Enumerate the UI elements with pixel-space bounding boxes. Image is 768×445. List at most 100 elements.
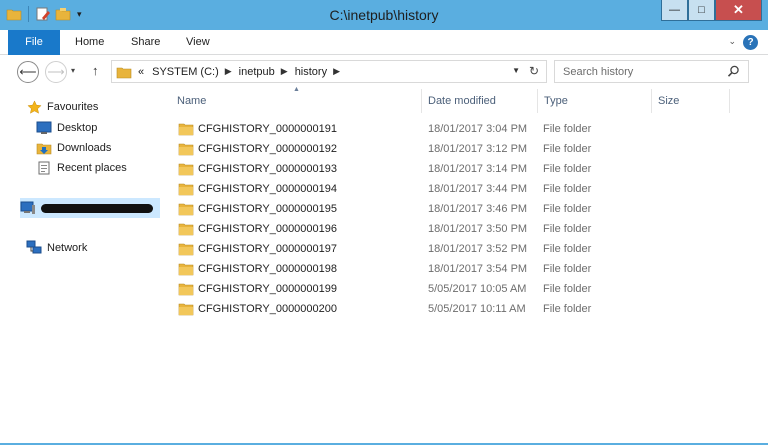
nav-this-pc[interactable] xyxy=(20,198,160,218)
recent-locations-button[interactable]: ▾ xyxy=(71,66,75,75)
file-type: File folder xyxy=(543,123,592,135)
address-history-dropdown-icon[interactable]: ▼ xyxy=(512,66,520,75)
file-list: ▲ Name Date modified Type Size CFGHISTOR… xyxy=(160,86,768,445)
file-date-modified: 18/01/2017 3:12 PM xyxy=(428,143,528,155)
chevron-right-icon[interactable]: ▶ xyxy=(333,66,340,77)
nav-favourites[interactable]: Favourites xyxy=(26,97,98,117)
file-type: File folder xyxy=(543,163,592,175)
chevron-right-icon[interactable]: ▶ xyxy=(281,66,288,77)
file-name: CFGHISTORY_0000000194 xyxy=(198,183,338,195)
file-name: CFGHISTORY_0000000192 xyxy=(198,143,338,155)
file-type: File folder xyxy=(543,243,592,255)
file-name: CFGHISTORY_0000000197 xyxy=(198,243,338,255)
tab-home[interactable]: Home xyxy=(75,30,104,55)
close-button[interactable]: ✕ xyxy=(715,0,762,21)
computer-icon xyxy=(20,200,36,216)
nav-favourites-label: Favourites xyxy=(47,101,99,113)
file-date-modified: 5/05/2017 10:05 AM xyxy=(428,283,527,295)
nav-network[interactable]: Network xyxy=(26,238,87,258)
nav-desktop-label: Desktop xyxy=(57,122,98,134)
file-date-modified: 18/01/2017 3:04 PM xyxy=(428,123,528,135)
file-type: File folder xyxy=(543,143,592,155)
tab-share[interactable]: Share xyxy=(131,30,160,55)
toolbar-divider xyxy=(28,6,29,22)
folder-icon xyxy=(178,201,194,217)
properties-icon[interactable] xyxy=(35,6,51,22)
up-button[interactable]: ↑ xyxy=(92,63,99,78)
desktop-icon xyxy=(36,120,52,136)
recent-places-icon xyxy=(36,160,52,176)
file-type: File folder xyxy=(543,183,592,195)
file-date-modified: 18/01/2017 3:46 PM xyxy=(428,203,528,215)
search-input[interactable] xyxy=(563,61,723,82)
file-type: File folder xyxy=(543,223,592,235)
file-date-modified: 18/01/2017 3:14 PM xyxy=(428,163,528,175)
network-icon xyxy=(26,240,42,256)
file-name: CFGHISTORY_0000000193 xyxy=(198,163,338,175)
table-row[interactable]: CFGHISTORY_0000000195 18/01/2017 3:46 PM… xyxy=(160,199,768,219)
file-name: CFGHISTORY_0000000195 xyxy=(198,203,338,215)
nav-recent-places[interactable]: Recent places xyxy=(36,158,127,178)
file-type: File folder xyxy=(543,263,592,275)
folder-icon xyxy=(178,281,194,297)
back-button[interactable]: ⟵ xyxy=(17,61,39,83)
column-header-date-modified[interactable]: Date modified xyxy=(422,89,538,113)
breadcrumb-system-c[interactable]: SYSTEM (C:) xyxy=(152,66,219,78)
nav-recent-places-label: Recent places xyxy=(57,162,127,174)
star-icon xyxy=(26,99,42,115)
folder-icon xyxy=(178,121,194,137)
tab-view[interactable]: View xyxy=(186,30,210,55)
title-bar: ▾ C:\inetpub\history — □ ✕ xyxy=(0,0,768,30)
search-icon[interactable] xyxy=(727,65,740,81)
chevron-right-icon[interactable]: ▶ xyxy=(225,66,232,77)
breadcrumb-inetpub[interactable]: inetpub xyxy=(239,66,275,78)
quick-access-toolbar: ▾ xyxy=(6,6,82,22)
breadcrumb-history[interactable]: history xyxy=(295,66,327,78)
folder-icon xyxy=(178,181,194,197)
nav-downloads-label: Downloads xyxy=(57,142,112,154)
column-header-type[interactable]: Type xyxy=(538,89,652,113)
ribbon-tabs: File Home Share View ⌄ ? xyxy=(0,30,768,55)
nav-downloads[interactable]: Downloads xyxy=(36,138,111,158)
file-date-modified: 18/01/2017 3:50 PM xyxy=(428,223,528,235)
help-button[interactable]: ? xyxy=(743,35,758,50)
folder-icon xyxy=(178,221,194,237)
file-name: CFGHISTORY_0000000196 xyxy=(198,223,338,235)
nav-desktop[interactable]: Desktop xyxy=(36,118,97,138)
search-box[interactable] xyxy=(554,60,749,83)
folder-icon xyxy=(178,261,194,277)
table-row[interactable]: CFGHISTORY_0000000197 18/01/2017 3:52 PM… xyxy=(160,239,768,259)
customize-toolbar-chevron-icon[interactable]: ▾ xyxy=(77,9,82,20)
column-header-size[interactable]: Size xyxy=(652,89,730,113)
column-header-name[interactable]: Name xyxy=(171,89,422,113)
table-row[interactable]: CFGHISTORY_0000000200 5/05/2017 10:11 AM… xyxy=(160,299,768,319)
maximize-button[interactable]: □ xyxy=(688,0,715,21)
file-name: CFGHISTORY_0000000191 xyxy=(198,123,338,135)
table-row[interactable]: CFGHISTORY_0000000192 18/01/2017 3:12 PM… xyxy=(160,139,768,159)
breadcrumb-overflow[interactable]: « xyxy=(138,66,144,78)
table-row[interactable]: CFGHISTORY_0000000191 18/01/2017 3:04 PM… xyxy=(160,119,768,139)
table-row[interactable]: CFGHISTORY_0000000199 5/05/2017 10:05 AM… xyxy=(160,279,768,299)
table-row[interactable]: CFGHISTORY_0000000194 18/01/2017 3:44 PM… xyxy=(160,179,768,199)
window-title: C:\inetpub\history xyxy=(329,7,439,23)
redacted-computer-name xyxy=(41,203,153,213)
downloads-icon xyxy=(36,140,52,156)
table-row[interactable]: CFGHISTORY_0000000193 18/01/2017 3:14 PM… xyxy=(160,159,768,179)
file-type: File folder xyxy=(543,203,592,215)
folder-icon xyxy=(178,301,194,317)
forward-button[interactable]: ⟶ xyxy=(45,61,67,83)
address-bar[interactable]: « SYSTEM (C:) ▶ inetpub ▶ history ▶ ▼ ↻ xyxy=(111,60,547,83)
folder-icon[interactable] xyxy=(6,6,22,22)
folder-icon xyxy=(178,161,194,177)
expand-ribbon-chevron-icon[interactable]: ⌄ xyxy=(728,36,736,47)
breadcrumb: « SYSTEM (C:) ▶ inetpub ▶ history ▶ xyxy=(138,66,347,78)
new-folder-icon[interactable] xyxy=(55,6,71,22)
table-row[interactable]: CFGHISTORY_0000000196 18/01/2017 3:50 PM… xyxy=(160,219,768,239)
table-row[interactable]: CFGHISTORY_0000000198 18/01/2017 3:54 PM… xyxy=(160,259,768,279)
file-type: File folder xyxy=(543,303,592,315)
folder-icon xyxy=(116,64,132,80)
refresh-icon[interactable]: ↻ xyxy=(529,64,539,78)
tab-file[interactable]: File xyxy=(8,30,60,55)
minimize-button[interactable]: — xyxy=(661,0,688,21)
address-row: ⟵ ⟶ ▾ ↑ « SYSTEM (C:) ▶ inetpub ▶ histor… xyxy=(0,55,768,87)
